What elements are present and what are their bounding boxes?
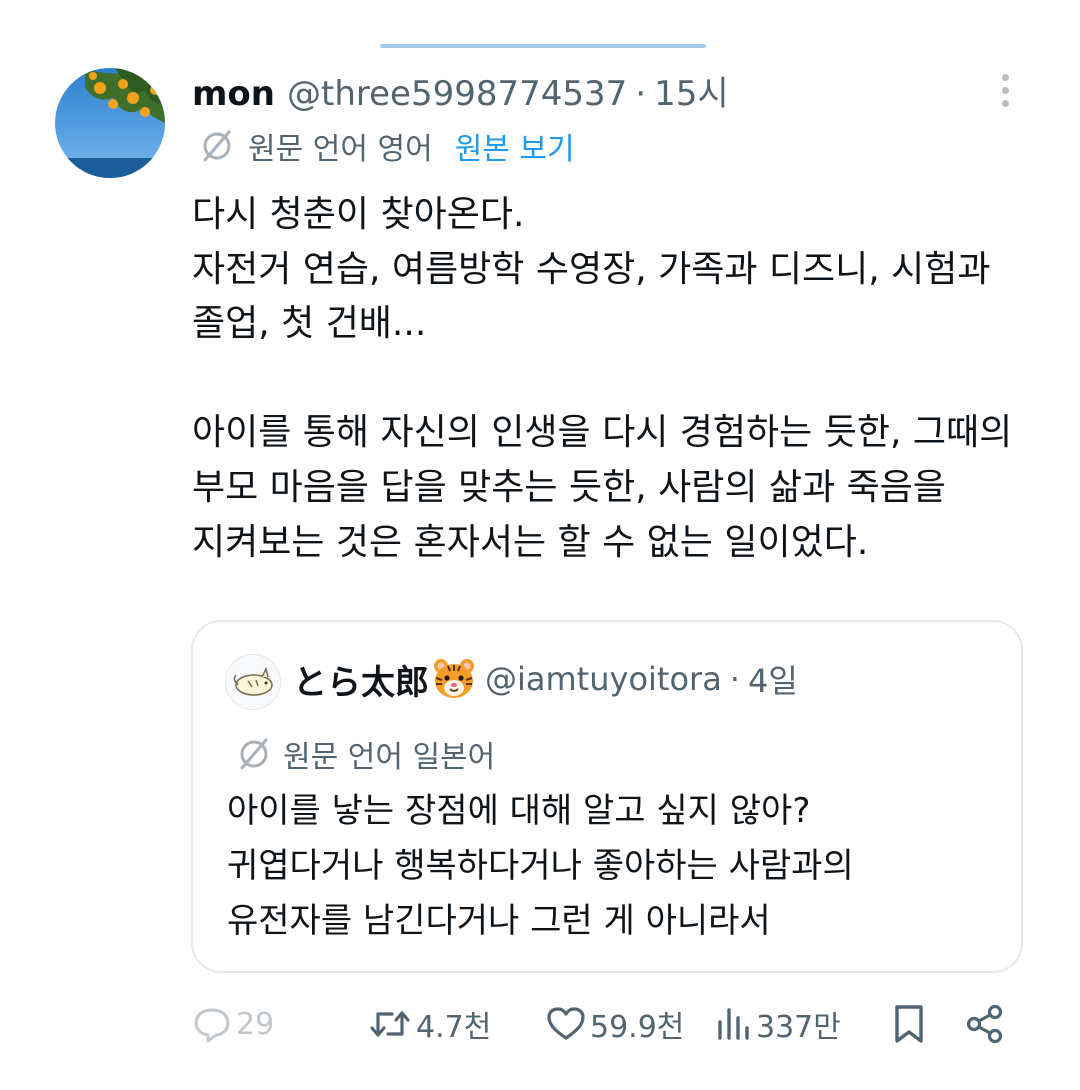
quoted-original-language-label: 원문 언어 일본어 (283, 740, 496, 775)
quoted-header: とら太郎 @iamtuyoitora · 4일 (293, 655, 798, 704)
quoted-text: 아이를 낳는 장점에 대해 알고 싶지 않아? 귀엽다거나 행복하다거나 좋아하… (227, 784, 1007, 949)
post-text-line (192, 352, 1042, 407)
post-text-line: 졸업, 첫 건배... (192, 303, 427, 345)
like-button[interactable]: 59.9천 (546, 996, 684, 1052)
post-text-line: 자전거 연습, 여름방학 수영장, 가족과 디즈니, 시험과 (192, 248, 991, 290)
more-icon[interactable] (990, 70, 1020, 110)
quoted-avatar[interactable] (225, 654, 281, 710)
action-bar: 29 4.7천 59.9천 337만 (0, 996, 1080, 1052)
quoted-text-line: 귀엽다거나 행복하다거나 좋아하는 사람과의 (227, 846, 854, 886)
quoted-post-time[interactable]: 4일 (748, 656, 798, 702)
translate-icon (240, 738, 268, 770)
like-icon (547, 1007, 585, 1040)
repost-icon (370, 1011, 410, 1037)
post-header: mon @three5998774537 · 15시 (192, 66, 729, 114)
repost-button[interactable]: 4.7천 (368, 996, 491, 1052)
reply-icon (194, 1008, 230, 1043)
like-count: 59.9천 (590, 1010, 685, 1045)
views-button[interactable]: 337만 (716, 996, 841, 1052)
post-text: 다시 청춘이 찾아온다. 자전거 연습, 여름방학 수영장, 가족과 디즈니, … (192, 188, 1042, 570)
tiger-face-icon (434, 659, 474, 698)
quoted-text-line: 아이를 낳는 장점에 대해 알고 싶지 않아? (227, 791, 811, 831)
translation-row: 원문 언어 영어 원본 보기 (200, 124, 575, 168)
reply-count: 29 (236, 1006, 275, 1042)
post-text-line: 아이를 통해 자신의 인생을 다시 경험하는 듯한, 그때의 (192, 412, 1013, 454)
share-icon (966, 1004, 1003, 1044)
bookmark-button[interactable] (892, 996, 926, 1052)
post-text-line: 부모 마음을 답을 맞추는 듯한, 사람의 삶과 죽음을 (192, 466, 946, 508)
original-language-label: 원문 언어 영어 (248, 132, 433, 167)
post-text-line: 지켜보는 것은 혼자서는 할 수 없는 일이었다. (192, 521, 869, 563)
quoted-author-name[interactable]: とら太郎 (293, 655, 429, 704)
bookmark-icon (895, 1005, 923, 1043)
translate-icon (203, 130, 231, 162)
separator-dot: · (729, 660, 740, 698)
separator-dot: · (635, 74, 647, 114)
quoted-post[interactable]: とら太郎 @iamtuyoitora · 4일 원문 언어 일본어 아이를 낳는… (191, 620, 1023, 973)
quoted-translation-row: 원문 언어 일본어 (237, 732, 495, 776)
views-count: 337만 (756, 1010, 841, 1045)
repost-count: 4.7천 (416, 1010, 492, 1045)
reply-button[interactable]: 29 (192, 996, 274, 1052)
views-icon (718, 1008, 749, 1040)
scroll-indicator (380, 44, 706, 48)
share-button[interactable] (966, 996, 1004, 1052)
quoted-author-handle[interactable]: @iamtuyoitora (485, 660, 722, 698)
author-name[interactable]: mon (192, 74, 275, 114)
show-original-link[interactable]: 원본 보기 (455, 124, 575, 168)
avatar[interactable] (55, 68, 165, 178)
post-time[interactable]: 15시 (654, 66, 729, 115)
post-text-line: 다시 청춘이 찾아온다. (192, 194, 525, 235)
author-handle[interactable]: @three5998774537 (287, 74, 627, 114)
quoted-text-line: 유전자를 남긴다거나 그런 게 아니라서 (227, 901, 771, 941)
